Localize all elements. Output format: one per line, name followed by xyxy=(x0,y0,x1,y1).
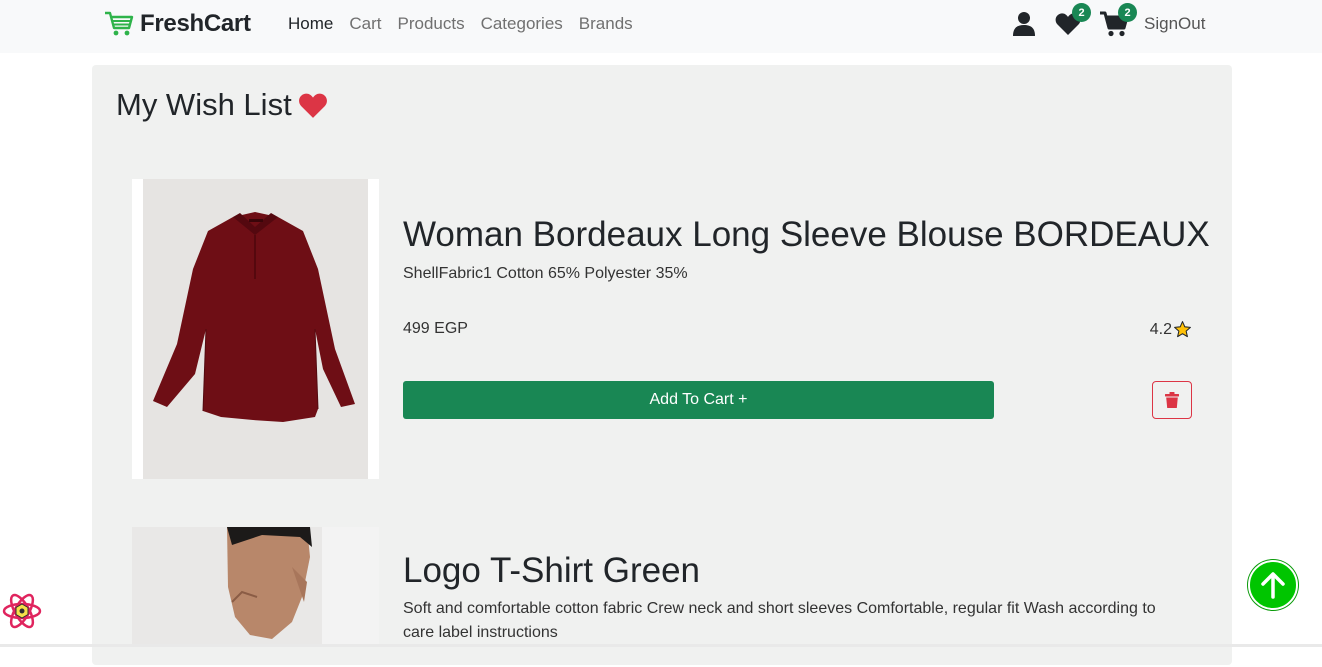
user-icon xyxy=(1013,12,1035,36)
nav-link-products[interactable]: Products xyxy=(397,14,464,34)
product-image xyxy=(132,527,379,647)
blouse-image xyxy=(153,212,355,422)
heart-icon xyxy=(298,93,327,118)
wishlist-button[interactable]: 2 xyxy=(1054,3,1091,38)
product-description: Soft and comfortable cotton fabric Crew … xyxy=(403,600,1156,641)
wishlist-item: Woman Bordeaux Long Sleeve Blouse BORDEA… xyxy=(132,179,1210,479)
nav-link-categories[interactable]: Categories xyxy=(481,14,563,34)
nav-link-home[interactable]: Home xyxy=(288,14,333,34)
product-title: Logo T-Shirt Green xyxy=(403,551,701,590)
product-title: Woman Bordeaux Long Sleeve Blouse BORDEA… xyxy=(403,215,1210,254)
product-rating: 4.2 xyxy=(1150,320,1192,339)
nav-link-brands[interactable]: Brands xyxy=(579,14,633,34)
cart-logo-icon xyxy=(105,11,134,36)
user-button[interactable] xyxy=(1010,10,1038,38)
product-price: 499 EGP xyxy=(403,320,468,337)
star-icon xyxy=(1174,321,1191,338)
wishlist-count-badge: 2 xyxy=(1072,3,1091,22)
brand-name: FreshCart xyxy=(140,10,251,37)
brand-logo[interactable]: FreshCart xyxy=(104,10,251,38)
rating-value: 4.2 xyxy=(1149,320,1172,338)
add-to-cart-button[interactable]: Add To Cart + xyxy=(403,381,994,419)
page-title: My Wish List xyxy=(116,87,328,123)
nav-actions: 2 2 SignOut xyxy=(1010,3,1205,38)
wishlist-panel: My Wish List Woman Bordeaux Long Sleeve … xyxy=(92,65,1232,665)
scroll-to-top-button[interactable] xyxy=(1248,560,1298,610)
react-devtools-icon[interactable] xyxy=(2,591,42,631)
cart-count-badge: 2 xyxy=(1118,3,1137,22)
trash-icon xyxy=(1165,392,1179,408)
product-image xyxy=(132,179,379,479)
product-description: ShellFabric1 Cotton 65% Polyester 35% xyxy=(403,265,688,282)
remove-from-wishlist-button[interactable] xyxy=(1152,381,1192,419)
signout-link[interactable]: SignOut xyxy=(1144,14,1205,34)
nav-link-cart[interactable]: Cart xyxy=(349,14,381,34)
navbar: FreshCart Home Cart Products Categories … xyxy=(0,0,1322,53)
arrow-up-icon xyxy=(1261,572,1285,599)
tshirt-model-image xyxy=(132,527,379,647)
page-title-text: My Wish List xyxy=(116,87,292,122)
nav-links: Home Cart Products Categories Brands xyxy=(288,14,633,34)
cart-button[interactable]: 2 xyxy=(1100,3,1137,38)
